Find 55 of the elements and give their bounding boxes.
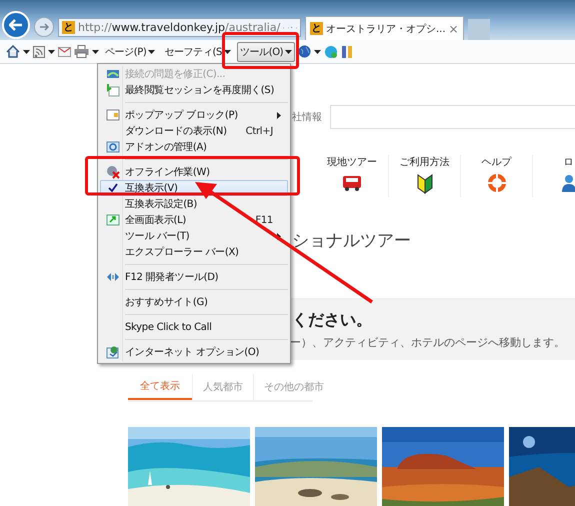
search-field[interactable] — [330, 105, 575, 129]
nav-link[interactable]: 現地ツアー — [316, 155, 388, 197]
lifebuoy-icon — [488, 174, 506, 192]
beginner-mark-icon — [416, 174, 432, 194]
toolbar-menu-button[interactable]: ツール(O) — [236, 42, 296, 62]
nav-link[interactable]: ヘルプ — [460, 155, 532, 197]
back-arrow-icon — [9, 19, 23, 31]
address-field[interactable]: と http://www.traveldonkey.jp/australia/ — [58, 18, 301, 37]
menu-item[interactable]: 互換表示設定(B) — [100, 196, 288, 212]
window-icon — [106, 109, 120, 121]
person-icon — [560, 174, 575, 192]
developer-tools-icon — [106, 272, 120, 282]
search-label: 社情報 — [292, 110, 322, 124]
research-icon[interactable] — [341, 44, 354, 58]
menu-item[interactable]: インターネット オプション(O) — [100, 344, 288, 360]
tab-title: オーストラリア・オプシ... — [326, 22, 446, 36]
nav-link[interactable]: ご利用方法 — [388, 155, 460, 197]
back-button[interactable] — [2, 11, 30, 39]
nav-link[interactable]: ロ — [532, 155, 575, 197]
menu-item[interactable]: ダウンロードの表示(N) Ctrl+J — [100, 123, 288, 139]
skype-icon[interactable] — [324, 44, 338, 58]
globe-icon[interactable] — [298, 45, 312, 58]
offline-icon — [106, 165, 120, 179]
section-heading: ショナルツアー — [292, 230, 412, 252]
banner-text: ー）、アクティビティ、ホテルのページへ移動します。 — [290, 335, 566, 350]
menu-item[interactable]: アドオンの管理(A) — [100, 139, 288, 155]
browser-tab[interactable]: と オーストラリア・オプシ... × — [305, 16, 464, 40]
forward-button[interactable] — [34, 17, 54, 37]
menu-item[interactable]: オフライン作業(W) — [100, 164, 288, 180]
toolbar-menu-button[interactable]: ページ(P) — [102, 42, 158, 62]
mail-icon[interactable] — [58, 46, 71, 56]
menu-item[interactable]: Skype Click to Call — [100, 319, 288, 335]
menu-item[interactable]: F12 開発者ツール(D) — [100, 269, 288, 285]
bus-icon — [341, 174, 363, 192]
menu-item[interactable]: 最終閲覧セッションを再度開く(S) — [100, 82, 288, 98]
menu-item[interactable]: ポップアップ ブロック(P) — [100, 107, 288, 123]
home-icon[interactable] — [6, 45, 20, 58]
feed-icon[interactable] — [33, 46, 45, 58]
print-icon[interactable] — [74, 45, 89, 58]
menu-item[interactable]: ツール バー(T) — [100, 228, 288, 244]
site-logo: と — [310, 22, 323, 35]
forward-arrow-icon — [39, 23, 49, 31]
network-icon — [106, 68, 120, 80]
site-logo: と — [62, 21, 75, 34]
url-text: http://www.traveldonkey.jp/australia/ — [78, 21, 280, 34]
menu-item[interactable]: エクスプローラー バー(X) — [100, 244, 288, 260]
menu-item[interactable]: 全画面表示(L) F11 — [100, 212, 288, 228]
tabs-icon — [106, 83, 120, 97]
addon-icon — [106, 141, 120, 153]
menu-item[interactable]: おすすめサイト(G) — [100, 294, 288, 310]
banner-title: ください。 — [292, 310, 373, 331]
toolbar-menu-button[interactable]: セーフティ(S — [161, 42, 234, 62]
fullscreen-icon — [106, 214, 120, 226]
options-icon — [106, 345, 120, 359]
close-tab-button[interactable]: × — [448, 22, 459, 36]
